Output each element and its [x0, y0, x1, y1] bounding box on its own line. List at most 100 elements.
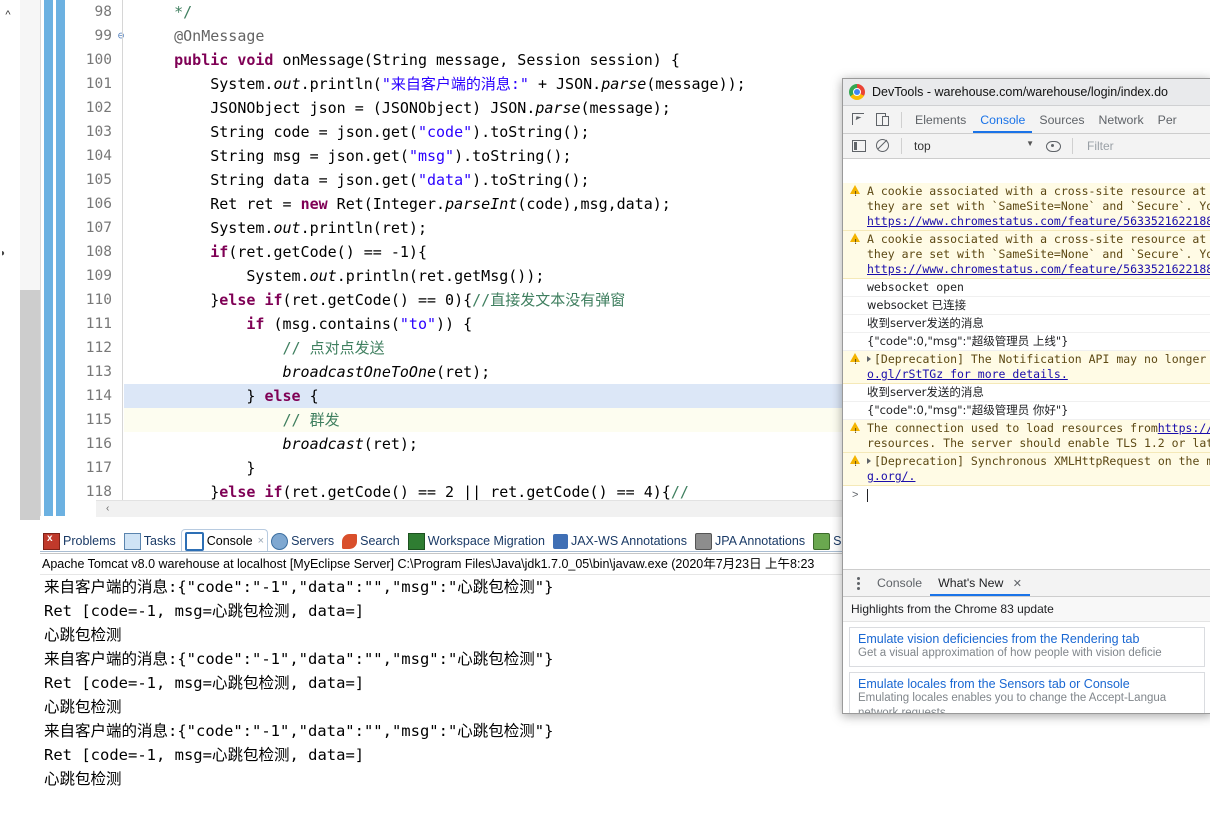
drawer-tab-whats-new[interactable]: What's New ✕ [930, 571, 1030, 596]
scroll-left-arrow-icon[interactable]: ‹ [106, 501, 109, 517]
devtools-titlebar[interactable]: DevTools - warehouse.com/warehouse/login… [843, 79, 1210, 106]
bottom-tab-jpa-annotations[interactable]: JPA Annotations [692, 530, 810, 552]
code-line[interactable]: public void onMessage(String message, Se… [124, 48, 1210, 72]
close-icon[interactable]: ✕ [1013, 578, 1022, 590]
console-log-message[interactable]: 收到server发送的消息 [843, 315, 1210, 333]
bottom-tab-label: Console [206, 534, 253, 548]
live-expression-icon[interactable] [1042, 136, 1064, 156]
jaxws-icon [552, 533, 568, 549]
message-line: they are set with `SameSite=None` and `S… [867, 247, 1210, 261]
line-number: 109 [85, 268, 112, 284]
whats-new-card-desc: Emulating locales enables you to change … [858, 692, 1167, 714]
message-line: websocket open [867, 280, 964, 294]
message-line: 收到server发送的消息 [867, 385, 984, 399]
tab-network[interactable]: Network [1092, 107, 1151, 133]
drawer-tab-console[interactable]: Console [869, 571, 930, 596]
tab-elements[interactable]: Elements [908, 107, 973, 133]
line-number: 111 [85, 316, 112, 332]
close-icon[interactable]: × [258, 535, 264, 547]
line-number: 102 [85, 100, 112, 116]
chevron-down-icon[interactable]: ▼ [1026, 139, 1034, 148]
device-toolbar-icon[interactable] [871, 110, 893, 130]
execution-context-select[interactable]: top ▼ [908, 139, 1042, 153]
bottom-tab-workspace-migration[interactable]: Workspace Migration [405, 530, 550, 552]
whats-new-card[interactable]: Emulate locales from the Sensors tab or … [849, 672, 1205, 714]
bottom-tab-tasks[interactable]: Tasks [121, 530, 181, 552]
whats-new-card-list[interactable]: Emulate vision deficiencies from the Ren… [843, 622, 1210, 714]
bottom-tab-label: Tasks [143, 534, 176, 548]
text-caret [867, 489, 868, 502]
whats-new-card-title[interactable]: Emulate vision deficiencies from the Ren… [858, 632, 1196, 646]
bottom-tab-label: JPA Annotations [714, 534, 806, 548]
code-line[interactable]: @OnMessage [124, 24, 1210, 48]
filterbar-divider-2 [1072, 138, 1073, 154]
line-number: 101 [85, 76, 112, 92]
console-log-message[interactable]: {"code":0,"msg":"超级管理员 上线"} [843, 333, 1210, 351]
console-warning-message[interactable]: The connection used to load resources fr… [843, 420, 1210, 453]
console-filter-bar[interactable]: top ▼ Filter [843, 134, 1210, 159]
more-options-icon[interactable] [847, 572, 869, 594]
tab-performance[interactable]: Per [1151, 107, 1184, 133]
bottom-tab-console[interactable]: Console × [180, 529, 269, 552]
code-line[interactable]: */ [124, 0, 1210, 24]
clear-console-icon[interactable] [871, 136, 893, 156]
bottom-tab-label: Servers [291, 534, 335, 548]
line-number: 104 [85, 148, 112, 164]
console-log-message[interactable]: 收到server发送的消息 [843, 384, 1210, 402]
console-warning-message[interactable]: A cookie associated with a cross-site re… [843, 183, 1210, 231]
whats-new-card[interactable]: Emulate vision deficiencies from the Ren… [849, 627, 1205, 667]
whats-new-card-title[interactable]: Emulate locales from the Sensors tab or … [858, 677, 1196, 691]
tab-console[interactable]: Console [973, 107, 1032, 133]
collapsed-view-marker-icon[interactable]: ◗ [0, 246, 12, 262]
bottom-tab-search[interactable]: Search [339, 530, 405, 552]
toolbar-divider [901, 111, 902, 128]
bottom-tab-label: JAX-WS Annotations [570, 534, 687, 548]
console-warning-message[interactable]: A cookie associated with a cross-site re… [843, 231, 1210, 279]
bottom-tab-label: Workspace Migration [427, 534, 545, 548]
message-line: 收到server发送的消息 [867, 316, 984, 330]
editor-vertical-scrollbar[interactable] [20, 0, 41, 520]
message-line: resources. The server should enable TLS … [867, 436, 1210, 450]
console-log-message[interactable]: websocket open [843, 279, 1210, 297]
console-log-message[interactable]: websocket 已连接 [843, 297, 1210, 315]
line-number-gutter: 98 99 ⊖ 100 101 102 103 104 105 106 107 108 109 110 11… [66, 0, 125, 516]
message-line: they are set with `SameSite=None` and `S… [867, 199, 1210, 213]
devtools-main-tabbar[interactable]: Elements Console Sources Network Per [843, 106, 1210, 134]
tasks-icon [123, 532, 141, 550]
console-link[interactable]: g.org/. [867, 469, 915, 483]
whats-new-subtitle: Highlights from the Chrome 83 update [843, 597, 1210, 622]
warning-icon [850, 455, 860, 472]
console-log-message[interactable]: {"code":0,"msg":"超级管理员 你好"} [843, 402, 1210, 420]
bottom-tab-jax-ws-annotations[interactable]: JAX-WS Annotations [550, 530, 692, 552]
scroll-up-arrow-icon[interactable]: ^ [0, 6, 18, 24]
console-filter-input[interactable]: Filter [1079, 139, 1210, 153]
drawer-tabbar[interactable]: Console What's New ✕ [843, 570, 1210, 597]
warning-icon [850, 233, 860, 250]
line-number: 105 [85, 172, 112, 188]
console-link[interactable]: o.gl/rStTGz for more details. [867, 367, 1068, 381]
bottom-tab-label: Problems [63, 534, 116, 548]
console-link[interactable]: https://www.chromestatus.com/feature/563… [867, 262, 1210, 276]
console-link[interactable]: https://1 [1158, 421, 1210, 435]
gutter-separator [122, 0, 123, 516]
line-number: 115 [85, 412, 112, 428]
bottom-view-tabbar[interactable]: Problems Tasks Console × Servers Search Worksp… [40, 528, 874, 552]
line-number: 112 [85, 340, 112, 356]
message-line: {"code":0,"msg":"超级管理员 上线"} [867, 334, 1069, 348]
console-warning-message[interactable]: [Deprecation] Synchronous XMLHttpRequest… [843, 453, 1210, 486]
line-number: 113 [85, 364, 112, 380]
scrollbar-thumb[interactable] [20, 290, 40, 520]
console-prompt[interactable]: > [843, 486, 1210, 510]
console-message-list[interactable]: A cookie associated with a cross-site re… [843, 183, 1210, 569]
expand-arrow-icon[interactable] [867, 356, 871, 362]
line-number: 117 [85, 460, 112, 476]
console-sidebar-icon[interactable] [847, 136, 869, 156]
console-link[interactable]: https://www.chromestatus.com/feature/563… [867, 214, 1210, 228]
inspect-element-icon[interactable] [847, 110, 869, 130]
console-warning-message[interactable]: [Deprecation] The Notification API may n… [843, 351, 1210, 384]
bottom-tab-servers[interactable]: Servers [268, 530, 339, 552]
bottom-tab-problems[interactable]: Problems [40, 530, 121, 552]
expand-arrow-icon[interactable] [867, 458, 871, 464]
tab-sources[interactable]: Sources [1032, 107, 1091, 133]
message-line: o.gl/rStTGz for more details. [867, 367, 1207, 382]
